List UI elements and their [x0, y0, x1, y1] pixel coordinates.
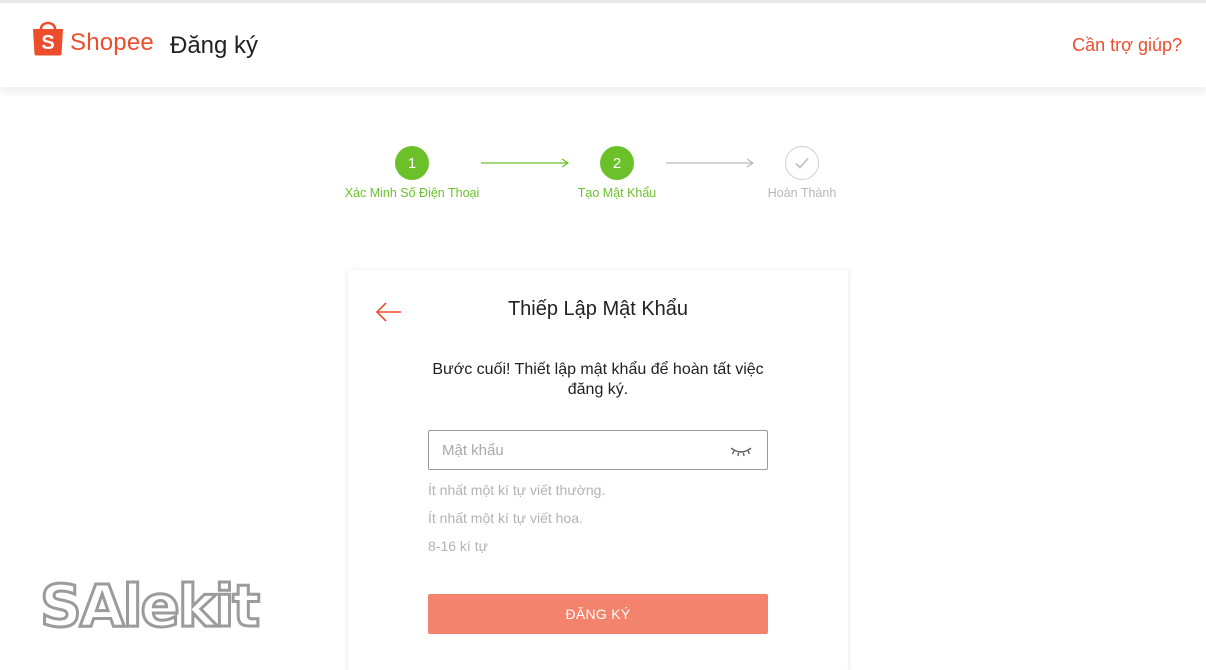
- set-password-card: Thiếp Lập Mật Khẩu Bước cuối! Thiết lập …: [348, 270, 848, 670]
- password-rule-lowercase: Ít nhất một kí tự viết thường.: [428, 482, 606, 498]
- card-title: Thiếp Lập Mật Khẩu: [507, 298, 689, 320]
- card-description: Bước cuối! Thiết lập mật khẩu để hoàn tấ…: [432, 361, 764, 398]
- step-2-circle: 2: [600, 146, 634, 180]
- step-1-circle: 1: [395, 146, 429, 180]
- step-3-circle: [785, 146, 819, 180]
- step-connector-2: [666, 158, 755, 168]
- eye-closed-icon[interactable]: [729, 443, 753, 459]
- password-rule-length: 8-16 kí tự: [428, 538, 488, 554]
- step-connector-1: [481, 158, 570, 168]
- registration-stepper: 1 Xác Minh Số Điện Thoại 2 Tạo Mật Khẩu …: [0, 0, 1206, 220]
- password-field[interactable]: [428, 430, 768, 470]
- checkmark-icon: [795, 157, 809, 169]
- register-submit-button[interactable]: ĐĂNG KÝ: [428, 594, 768, 634]
- password-rule-uppercase: Ít nhất một kí tự viết hoa.: [428, 510, 583, 526]
- step-2-label: Tạo Mật Khẩu: [577, 186, 657, 200]
- step-2-number: 2: [612, 154, 622, 172]
- step-1-number: 1: [407, 154, 417, 172]
- step-3-label: Hoàn Thành: [767, 186, 837, 200]
- password-input[interactable]: [442, 431, 722, 469]
- step-1-label: Xác Minh Số Điện Thoại: [344, 186, 480, 200]
- watermark-logo: SAlekit: [38, 571, 261, 642]
